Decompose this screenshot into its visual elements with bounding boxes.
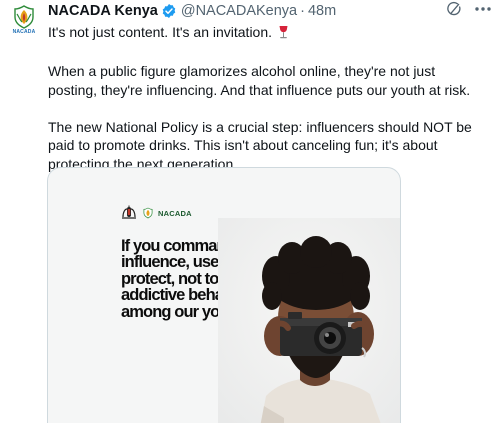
tweet-paragraph: When a public figure glamorizes alcohol … bbox=[48, 63, 471, 98]
more-icon[interactable] bbox=[474, 6, 492, 12]
tweet-paragraph: It's not just content. It's an invitatio… bbox=[48, 23, 488, 44]
nacada-logo-icon bbox=[143, 207, 153, 219]
timestamp[interactable]: 48m bbox=[308, 3, 336, 19]
campaign-image: NACADA If you command influence, use it … bbox=[48, 168, 400, 423]
tweet[interactable]: NACADA NACADA Kenya @NACADAKenya · 48m I… bbox=[0, 0, 500, 423]
author-handle[interactable]: @NACADAKenya bbox=[181, 3, 297, 19]
avatar-label: NACADA bbox=[12, 29, 36, 35]
tweet-paragraph: The new National Policy is a crucial ste… bbox=[48, 118, 472, 172]
media-card[interactable]: NACADA If you command influence, use it … bbox=[47, 167, 401, 423]
media-logo-text: NACADA bbox=[158, 208, 192, 218]
verified-badge-icon bbox=[161, 3, 177, 19]
header-actions bbox=[446, 1, 492, 17]
grok-icon[interactable] bbox=[446, 1, 462, 17]
nacada-logo-icon bbox=[14, 5, 34, 29]
kenya-coat-of-arms-icon bbox=[122, 205, 136, 219]
author-name[interactable]: NACADA Kenya bbox=[48, 3, 158, 19]
tweet-header: NACADA Kenya @NACADAKenya · 48m bbox=[48, 1, 492, 20]
wine-glass-icon bbox=[278, 25, 289, 44]
separator-dot: · bbox=[300, 3, 305, 19]
tweet-paragraph-text: It's not just content. It's an invitatio… bbox=[48, 24, 273, 40]
person-with-camera-image bbox=[218, 218, 400, 423]
media-logos: NACADA bbox=[120, 205, 192, 221]
avatar[interactable]: NACADA bbox=[10, 5, 38, 35]
